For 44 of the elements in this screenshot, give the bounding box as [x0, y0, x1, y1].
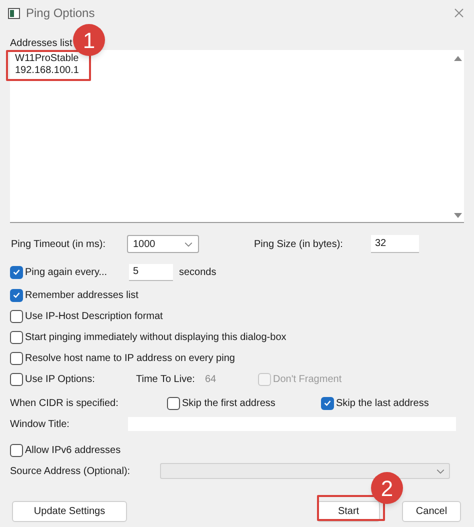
checkbox-label: Use IP Options: — [25, 372, 95, 386]
app-icon — [8, 8, 20, 18]
checkbox[interactable] — [10, 444, 23, 456]
checkbox[interactable] — [10, 310, 23, 322]
checkbox[interactable] — [167, 396, 180, 410]
checkbox[interactable] — [10, 352, 23, 364]
checkbox[interactable] — [321, 396, 334, 410]
chevron-down-icon — [184, 242, 193, 246]
unit-label: seconds — [179, 266, 216, 280]
interval-field[interactable]: 5 — [129, 264, 173, 280]
checkbox[interactable] — [10, 330, 23, 344]
checkbox-label: Resolve host name to IP address on every ping — [25, 352, 235, 366]
checkbox[interactable] — [10, 266, 23, 278]
address-line: W11ProStable — [15, 53, 80, 65]
checkbox-label: Use IP-Host Description format — [25, 310, 163, 324]
update-settings-button[interactable]: Update Settings — [12, 500, 127, 522]
scroll-up-icon — [454, 56, 462, 61]
field-label: Ping Timeout (in ms): — [10, 238, 106, 252]
checkbox-label: Skip the first address — [182, 396, 276, 410]
callout-badge: 1 — [73, 24, 105, 56]
checkbox-label: Allow IPv6 addresses — [25, 444, 121, 458]
size-field[interactable]: 32 — [371, 235, 419, 253]
field-label: Window Title: — [10, 418, 70, 432]
checkbox[interactable] — [10, 372, 23, 386]
checkbox-label: Start pinging immediately without displaying this dialog-box — [25, 330, 286, 344]
address-line: 192.168.100.1 — [15, 65, 80, 77]
checkbox-label: Don't Fragment — [273, 372, 342, 386]
cancel-button[interactable]: Cancel — [402, 500, 461, 522]
close-button[interactable] — [454, 8, 464, 18]
field-label: Addresses list — [10, 38, 72, 49]
field-label: When CIDR is specified: — [10, 396, 120, 410]
field-label: Time To Live: — [136, 372, 196, 386]
chevron-down-icon — [436, 468, 445, 474]
ttl-value: 64 — [205, 372, 218, 386]
field-label: Source Address (Optional): — [10, 464, 132, 478]
addresses-field[interactable]: W11ProStable 192.168.100.1 — [10, 50, 464, 223]
checkbox-label: Remember addresses list — [25, 288, 138, 302]
field-label: Ping Size (in bytes): — [254, 238, 344, 252]
checkbox[interactable] — [10, 288, 23, 302]
checkbox-label: Ping again every... — [25, 266, 108, 280]
window-title: Ping Options — [26, 5, 95, 22]
checkbox-label: Skip the last address — [336, 396, 429, 410]
scroll-down-icon — [454, 213, 462, 218]
timeout-dropdown[interactable]: 1000 — [127, 235, 199, 253]
